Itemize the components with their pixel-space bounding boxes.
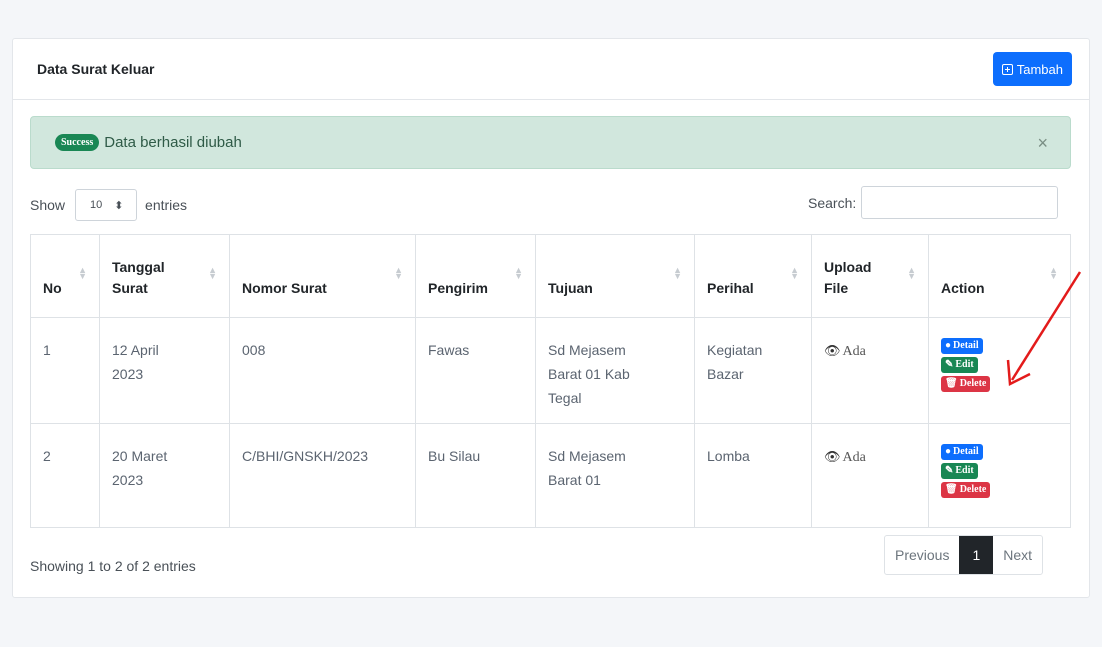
sort-icon: ▲ ▼ (208, 265, 217, 281)
table-header-row: No ▲ ▼ Tanggal Surat ▲ ▼ Nomor Surat ▲ ▼ Pengi… (30, 234, 1071, 318)
search-control: Search: (808, 186, 1059, 219)
cell-no: 2 (30, 423, 100, 528)
table-info: Showing 1 to 2 of 2 entries (30, 558, 196, 574)
pagination-previous[interactable]: Previous (885, 536, 959, 574)
edit-icon: ✎ (945, 359, 954, 370)
alert-message: Data berhasil diubah (104, 134, 242, 151)
trash-icon: 🗑 (945, 378, 958, 389)
eye-icon: ● (945, 340, 952, 351)
show-label: Show (30, 197, 66, 213)
card-body: Success Data berhasil diubah × Show 10 ⬍… (12, 38, 1090, 598)
cell-tujuan: Sd Mejasem Barat 01 Kab Tegal (535, 317, 695, 424)
pagination-page-1[interactable]: 1 (959, 536, 994, 574)
column-header-tanggal-surat[interactable]: Tanggal Surat ▲ ▼ (99, 234, 230, 318)
search-label: Search: (808, 194, 857, 211)
pagination: Previous 1 Next (884, 535, 1044, 575)
entries-length-control: Show 10 ⬍ entries (30, 189, 187, 221)
cell-pengirim: Bu Silau (415, 423, 536, 528)
cell-nomor: C/BHI/GNSKH/2023 (229, 423, 416, 528)
select-arrows-icon: ⬍ (114, 199, 124, 212)
trash-icon: 🗑 (945, 484, 958, 495)
annotation-arrow-icon (1006, 271, 1082, 386)
cell-tujuan: Sd Mejasem Barat 01 (535, 423, 695, 528)
delete-button[interactable]: 🗑 Delete (941, 482, 991, 498)
column-header-no[interactable]: No ▲ ▼ (30, 234, 100, 318)
column-header-perihal[interactable]: Perihal ▲ ▼ (694, 234, 812, 318)
cell-action: ● Detail ✎ Edit 🗑 Delete (928, 423, 1071, 528)
column-header-pengirim[interactable]: Pengirim ▲ ▼ (415, 234, 536, 318)
entries-label: entries (145, 197, 188, 213)
sort-icon: ▲ ▼ (514, 265, 523, 281)
eye-icon: 👁 (824, 449, 841, 464)
column-header-upload-file[interactable]: Upload File ▲ ▼ (811, 234, 929, 318)
sort-icon: ▲ ▼ (907, 265, 916, 281)
success-alert: Success Data berhasil diubah × (30, 116, 1071, 169)
entries-select[interactable]: 10 ⬍ (75, 189, 138, 221)
table-row: 1 12 April 2023 008 Fawas Sd Mejasem Bar… (30, 317, 1071, 424)
cell-upload-file[interactable]: 👁 Ada (811, 423, 929, 528)
cell-upload-file[interactable]: 👁 Ada (811, 317, 929, 424)
eye-icon: ● (945, 446, 952, 457)
detail-button[interactable]: ● Detail (941, 338, 983, 354)
column-header-tujuan[interactable]: Tujuan ▲ ▼ (535, 234, 695, 318)
table-row: 2 20 Maret 2023 C/BHI/GNSKH/2023 Bu Sila… (30, 423, 1071, 528)
cell-perihal: Lomba (694, 423, 812, 528)
success-badge: Success (55, 134, 100, 151)
edit-button[interactable]: ✎ Edit (941, 463, 978, 479)
edit-button[interactable]: ✎ Edit (941, 357, 978, 373)
delete-button[interactable]: 🗑 Delete (941, 376, 991, 392)
cell-perihal: Kegiatan Bazar (694, 317, 812, 424)
sort-icon: ▲ ▼ (78, 265, 87, 281)
edit-icon: ✎ (945, 465, 954, 476)
detail-button[interactable]: ● Detail (941, 444, 983, 460)
eye-icon: 👁 (824, 343, 841, 358)
search-input[interactable] (861, 186, 1059, 219)
sort-icon: ▲ ▼ (790, 265, 799, 281)
cell-nomor: 008 (229, 317, 416, 424)
close-icon[interactable]: × (1037, 133, 1048, 154)
entries-select-value: 10 (90, 199, 103, 211)
cell-no: 1 (30, 317, 100, 424)
cell-pengirim: Fawas (415, 317, 536, 424)
sort-icon: ▲ ▼ (673, 265, 682, 281)
cell-tanggal: 20 Maret 2023 (99, 423, 230, 528)
surat-keluar-table: No ▲ ▼ Tanggal Surat ▲ ▼ Nomor Surat ▲ ▼ Pengi… (30, 234, 1071, 528)
column-header-nomor-surat[interactable]: Nomor Surat ▲ ▼ (229, 234, 416, 318)
pagination-next[interactable]: Next (993, 536, 1042, 574)
sort-icon: ▲ ▼ (394, 265, 403, 281)
cell-tanggal: 12 April 2023 (99, 317, 230, 424)
